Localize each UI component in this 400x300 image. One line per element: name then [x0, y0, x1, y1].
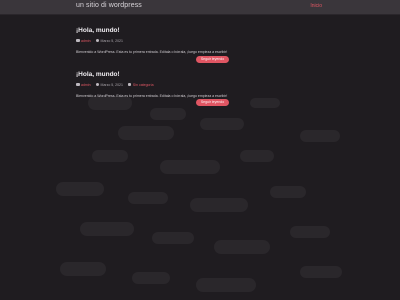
post-date-text[interactable]: Marzo 5, 2021 — [101, 83, 123, 87]
background-shape — [250, 98, 280, 108]
background-shape — [152, 232, 194, 244]
background-shape — [160, 160, 220, 174]
nav-link-home[interactable]: Inicio — [310, 3, 322, 9]
background-shape — [200, 118, 244, 130]
post-meta: admin Marzo 5, 2021 Sin categoría — [76, 82, 229, 87]
post-date-text[interactable]: Marzo 5, 2021 — [101, 39, 123, 43]
user-icon — [76, 82, 80, 87]
background-shape — [150, 108, 186, 120]
clock-icon — [95, 82, 100, 87]
folder-icon — [127, 82, 132, 87]
background-shape — [56, 182, 104, 196]
post-author: admin — [76, 39, 91, 43]
post-date: Marzo 5, 2021 — [95, 38, 123, 43]
background-shape — [196, 278, 256, 292]
background-shape — [240, 150, 274, 162]
top-bar: un sitio di wordpress Inicio — [0, 0, 400, 15]
post-author: admin — [76, 83, 91, 87]
background-shape — [190, 198, 248, 212]
read-more-button[interactable]: Seguir leyendo — [196, 99, 229, 106]
background-shape — [80, 222, 134, 236]
post-category: Sin categoría — [127, 82, 154, 87]
background-shape — [118, 126, 174, 140]
background-shape — [60, 262, 106, 276]
post-author-link[interactable]: admin — [81, 39, 91, 43]
post-excerpt: Bienvenido a WordPress. Esta es tu prime… — [76, 50, 228, 54]
post-title[interactable]: ¡Hola, mundo! — [76, 27, 229, 35]
clock-icon — [95, 38, 100, 43]
post-meta: admin Marzo 5, 2021 — [76, 38, 229, 43]
background-shape — [270, 186, 306, 198]
background-shape — [128, 192, 168, 204]
post-date: Marzo 5, 2021 — [95, 82, 123, 87]
read-more-button[interactable]: Seguir leyendo — [196, 56, 229, 63]
background-shape — [214, 240, 270, 254]
user-icon — [76, 38, 80, 43]
background-shape — [290, 226, 330, 238]
post-author-link[interactable]: admin — [81, 83, 91, 87]
post-title[interactable]: ¡Hola, mundo! — [76, 71, 229, 79]
page: un sitio di wordpress Inicio ¡Hola, mund… — [0, 0, 400, 300]
background-shape — [132, 272, 170, 284]
background-shape — [300, 130, 340, 142]
post-card: ¡Hola, mundo! admin Marzo 5, 2021 Sin ca… — [76, 71, 229, 109]
site-title[interactable]: un sitio di wordpress — [76, 2, 142, 9]
background-shape — [300, 266, 342, 278]
background-shape — [92, 150, 128, 162]
post-card: ¡Hola, mundo! admin Marzo 5, 2021 Bienve… — [76, 27, 229, 65]
post-category-link[interactable]: Sin categoría — [133, 83, 154, 87]
